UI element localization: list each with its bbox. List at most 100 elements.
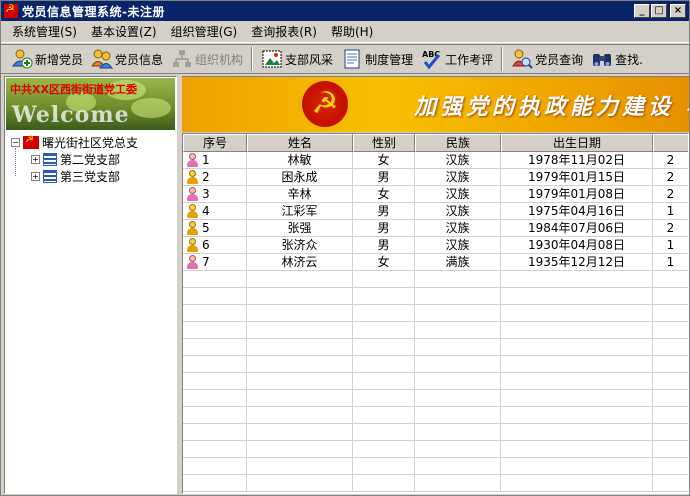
cell-extra[interactable]: [653, 322, 688, 339]
cell-seq[interactable]: [183, 288, 247, 305]
cell-name[interactable]: 林济云: [247, 254, 353, 271]
cell-extra[interactable]: 1: [653, 237, 688, 254]
cell-birth[interactable]: [501, 322, 653, 339]
table-row[interactable]: 5 张强男汉族 1984年07月06日 2: [183, 220, 688, 237]
table-row[interactable]: [183, 339, 688, 356]
cell-ethnicity[interactable]: 汉族: [415, 186, 501, 203]
cell-name[interactable]: [247, 356, 353, 373]
cell-name[interactable]: [247, 441, 353, 458]
cell-extra[interactable]: [653, 458, 688, 475]
cell-birth[interactable]: 1979年01月08日: [501, 186, 653, 203]
cell-extra[interactable]: [653, 288, 688, 305]
cell-ethnicity[interactable]: [415, 441, 501, 458]
cell-seq[interactable]: [183, 271, 247, 288]
table-row[interactable]: [183, 475, 688, 492]
column-header-name[interactable]: 姓名: [247, 134, 353, 152]
cell-name[interactable]: [247, 475, 353, 492]
cell-ethnicity[interactable]: [415, 390, 501, 407]
cell-ethnicity[interactable]: [415, 271, 501, 288]
cell-name[interactable]: 林敏: [247, 152, 353, 169]
cell-birth[interactable]: [501, 424, 653, 441]
cell-birth[interactable]: 1935年12月12日: [501, 254, 653, 271]
member-query-button[interactable]: 党员查询: [507, 46, 587, 72]
cell-ethnicity[interactable]: [415, 424, 501, 441]
cell-seq[interactable]: [183, 339, 247, 356]
cell-gender[interactable]: 男: [353, 220, 415, 237]
cell-gender[interactable]: 女: [353, 152, 415, 169]
cell-seq[interactable]: 1: [183, 152, 247, 169]
cell-extra[interactable]: 2: [653, 186, 688, 203]
cell-name[interactable]: [247, 288, 353, 305]
collapse-icon[interactable]: −: [11, 138, 20, 147]
cell-ethnicity[interactable]: 满族: [415, 254, 501, 271]
cell-extra[interactable]: [653, 356, 688, 373]
cell-ethnicity[interactable]: [415, 407, 501, 424]
cell-extra[interactable]: 2: [653, 220, 688, 237]
cell-ethnicity[interactable]: 汉族: [415, 220, 501, 237]
tree-node-branch-2[interactable]: + 第二党支部: [11, 151, 176, 168]
cell-gender[interactable]: [353, 407, 415, 424]
branch-style-button[interactable]: 支部风采: [257, 46, 337, 72]
cell-seq[interactable]: [183, 407, 247, 424]
org-structure-button[interactable]: 组织机构: [167, 46, 247, 72]
table-row[interactable]: 4 江彩军男汉族 1975年04月16日 1: [183, 203, 688, 220]
cell-birth[interactable]: [501, 407, 653, 424]
cell-name[interactable]: 江彩军: [247, 203, 353, 220]
cell-extra[interactable]: [653, 407, 688, 424]
cell-ethnicity[interactable]: 汉族: [415, 152, 501, 169]
cell-ethnicity[interactable]: [415, 475, 501, 492]
cell-birth[interactable]: 1984年07月06日: [501, 220, 653, 237]
cell-seq[interactable]: 7: [183, 254, 247, 271]
maximize-button[interactable]: □: [651, 4, 667, 18]
expand-icon[interactable]: +: [31, 155, 40, 164]
cell-name[interactable]: 张强: [247, 220, 353, 237]
table-row[interactable]: [183, 441, 688, 458]
cell-gender[interactable]: [353, 373, 415, 390]
cell-gender[interactable]: [353, 424, 415, 441]
cell-seq[interactable]: [183, 458, 247, 475]
tree-node-branch-3[interactable]: + 第三党支部: [11, 168, 176, 185]
cell-birth[interactable]: [501, 475, 653, 492]
cell-extra[interactable]: 2: [653, 152, 688, 169]
cell-seq[interactable]: [183, 356, 247, 373]
cell-extra[interactable]: [653, 373, 688, 390]
table-row[interactable]: [183, 407, 688, 424]
table-row[interactable]: [183, 458, 688, 475]
cell-gender[interactable]: 女: [353, 254, 415, 271]
cell-seq[interactable]: [183, 390, 247, 407]
table-row[interactable]: [183, 322, 688, 339]
table-row[interactable]: 6 张济众男汉族 1930年04月08日 1: [183, 237, 688, 254]
cell-seq[interactable]: [183, 475, 247, 492]
table-row[interactable]: [183, 288, 688, 305]
cell-ethnicity[interactable]: [415, 373, 501, 390]
cell-gender[interactable]: [353, 305, 415, 322]
cell-gender[interactable]: [353, 322, 415, 339]
cell-gender[interactable]: [353, 271, 415, 288]
table-row[interactable]: [183, 424, 688, 441]
table-row[interactable]: [183, 271, 688, 288]
cell-extra[interactable]: [653, 424, 688, 441]
minimize-button[interactable]: _: [634, 4, 650, 18]
cell-gender[interactable]: [353, 441, 415, 458]
cell-seq[interactable]: [183, 322, 247, 339]
member-info-button[interactable]: 党员信息: [87, 46, 167, 72]
cell-name[interactable]: [247, 390, 353, 407]
cell-name[interactable]: 辛林: [247, 186, 353, 203]
table-row[interactable]: 1 林敏女汉族 1978年11月02日 2: [183, 152, 688, 169]
cell-ethnicity[interactable]: [415, 305, 501, 322]
cell-birth[interactable]: 1930年04月08日: [501, 237, 653, 254]
cell-seq[interactable]: 4: [183, 203, 247, 220]
cell-seq[interactable]: 6: [183, 237, 247, 254]
cell-extra[interactable]: 2: [653, 169, 688, 186]
cell-gender[interactable]: [353, 339, 415, 356]
table-row[interactable]: 7 林济云女满族 1935年12月12日 1: [183, 254, 688, 271]
cell-extra[interactable]: [653, 441, 688, 458]
cell-gender[interactable]: [353, 458, 415, 475]
column-header-ethnicity[interactable]: 民族: [415, 134, 501, 152]
cell-birth[interactable]: [501, 356, 653, 373]
cell-name[interactable]: [247, 305, 353, 322]
cell-birth[interactable]: [501, 288, 653, 305]
cell-gender[interactable]: [353, 288, 415, 305]
cell-gender[interactable]: [353, 356, 415, 373]
cell-extra[interactable]: [653, 305, 688, 322]
